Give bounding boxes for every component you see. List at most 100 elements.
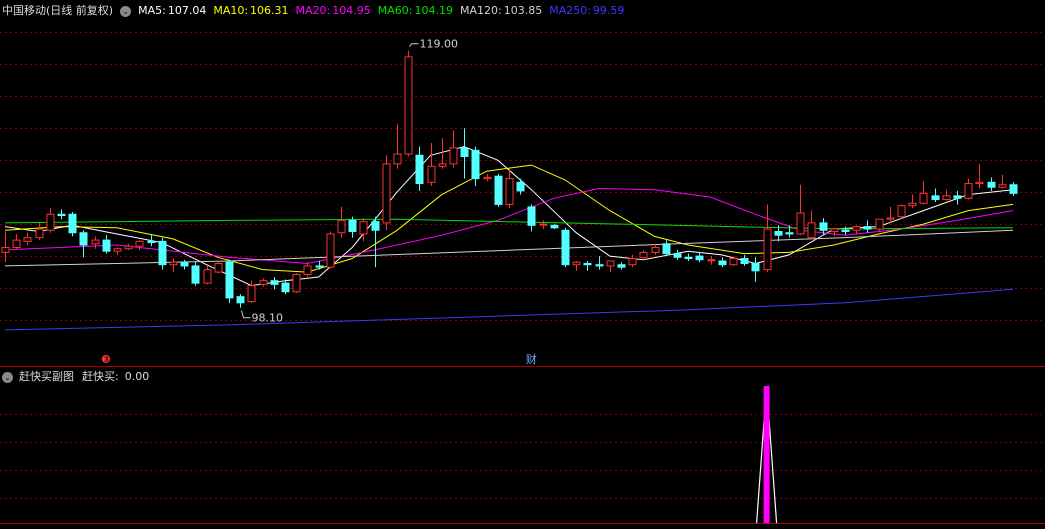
candle[interactable]: [203, 265, 212, 285]
candle[interactable]: [415, 146, 424, 191]
candle-body-down: [494, 175, 503, 205]
candle[interactable]: [483, 173, 492, 182]
candle[interactable]: [12, 233, 21, 249]
candle[interactable]: [135, 240, 144, 250]
candle[interactable]: [852, 225, 861, 234]
candle[interactable]: [539, 220, 548, 230]
main-chart-header: 中国移动(日线 前复权) ⌄ MA5: 107.04 MA10: 106.31 MA20…: [2, 3, 624, 19]
candle[interactable]: [236, 294, 245, 308]
candle-body-down: [102, 239, 111, 252]
candle[interactable]: [382, 155, 391, 231]
candle[interactable]: [651, 243, 660, 255]
candle[interactable]: [673, 249, 682, 260]
candle[interactable]: [863, 220, 872, 233]
candle[interactable]: [214, 262, 223, 274]
candle[interactable]: [169, 258, 178, 273]
candle[interactable]: [270, 276, 279, 290]
candle[interactable]: [315, 261, 324, 270]
candle[interactable]: [897, 204, 906, 220]
candle[interactable]: [718, 257, 727, 268]
candle[interactable]: [471, 146, 480, 186]
candle[interactable]: [102, 235, 111, 254]
candle[interactable]: [886, 206, 895, 223]
candle[interactable]: [583, 261, 592, 271]
candle[interactable]: [91, 236, 100, 249]
candle[interactable]: [303, 262, 312, 277]
candle-body-up: [438, 163, 447, 167]
candle-body-up: [628, 258, 637, 266]
candle[interactable]: [337, 206, 346, 238]
candle[interactable]: [494, 173, 503, 207]
candle[interactable]: [326, 231, 335, 269]
candle[interactable]: [225, 259, 234, 303]
candle[interactable]: [516, 178, 525, 195]
candle[interactable]: [46, 208, 55, 233]
candle[interactable]: [875, 218, 884, 232]
ma-legend-value: 107.04: [167, 4, 207, 17]
candle[interactable]: [707, 256, 716, 265]
candle[interactable]: [662, 240, 671, 257]
candle[interactable]: [763, 204, 772, 273]
candle[interactable]: [460, 128, 469, 179]
candle-body-up: [169, 261, 178, 266]
candle[interactable]: [527, 204, 536, 232]
financial-report-marker[interactable]: 财: [526, 352, 537, 366]
event-marker-icon[interactable]: ❸: [101, 353, 111, 366]
candle-body-up: [796, 212, 805, 235]
candle-body-up: [91, 239, 100, 245]
candle[interactable]: [124, 243, 133, 250]
candle[interactable]: [404, 50, 413, 157]
candle[interactable]: [113, 247, 122, 255]
candle[interactable]: [975, 163, 984, 189]
candle[interactable]: [751, 257, 760, 282]
candle[interactable]: [606, 260, 615, 273]
candle-body-down: [191, 265, 200, 284]
candle[interactable]: [505, 168, 514, 209]
candle[interactable]: [830, 227, 839, 237]
candle[interactable]: [561, 227, 570, 268]
candle[interactable]: [1, 231, 10, 263]
candle[interactable]: [180, 259, 189, 270]
candle[interactable]: [427, 142, 436, 186]
candle[interactable]: [987, 177, 996, 191]
candle[interactable]: [158, 237, 167, 270]
candle-body-down: [348, 219, 357, 232]
candle[interactable]: [695, 252, 704, 263]
candle[interactable]: [931, 188, 940, 202]
candle[interactable]: [359, 217, 368, 242]
candle[interactable]: [449, 130, 458, 168]
candlesticks[interactable]: [1, 50, 1018, 308]
candle[interactable]: [438, 138, 447, 169]
candle[interactable]: [807, 210, 816, 239]
candle[interactable]: [942, 189, 951, 201]
candle[interactable]: [908, 194, 917, 209]
stock-chart[interactable]: 119.00 98.10 ❸ 财: [0, 0, 1045, 529]
candle[interactable]: [68, 211, 77, 237]
ma-line-ma250: [4, 288, 1014, 331]
ma-legend-value: 106.31: [250, 4, 289, 17]
candle[interactable]: [550, 224, 559, 230]
candle[interactable]: [259, 278, 268, 287]
candle-body-down: [471, 149, 480, 180]
candle[interactable]: [35, 222, 44, 241]
candle[interactable]: [191, 262, 200, 286]
candle[interactable]: [281, 279, 290, 295]
candle[interactable]: [1009, 182, 1018, 196]
settings-dropdown-icon[interactable]: ⌄: [2, 371, 13, 383]
candle[interactable]: [57, 209, 66, 220]
candle[interactable]: [796, 184, 805, 236]
candle[interactable]: [23, 232, 32, 246]
candle[interactable]: [393, 124, 402, 169]
low-price-label: 98.10: [252, 312, 284, 325]
candle[interactable]: [684, 253, 693, 262]
chevron-down-icon[interactable]: ⌄: [120, 5, 132, 17]
candle[interactable]: [595, 256, 604, 270]
candle[interactable]: [964, 178, 973, 200]
candle[interactable]: [617, 262, 626, 270]
candle[interactable]: [572, 261, 581, 271]
candle[interactable]: [292, 273, 301, 293]
candle-body-up: [247, 285, 256, 303]
candle[interactable]: [998, 174, 1007, 189]
candle[interactable]: [79, 230, 88, 258]
candle[interactable]: [639, 249, 648, 260]
